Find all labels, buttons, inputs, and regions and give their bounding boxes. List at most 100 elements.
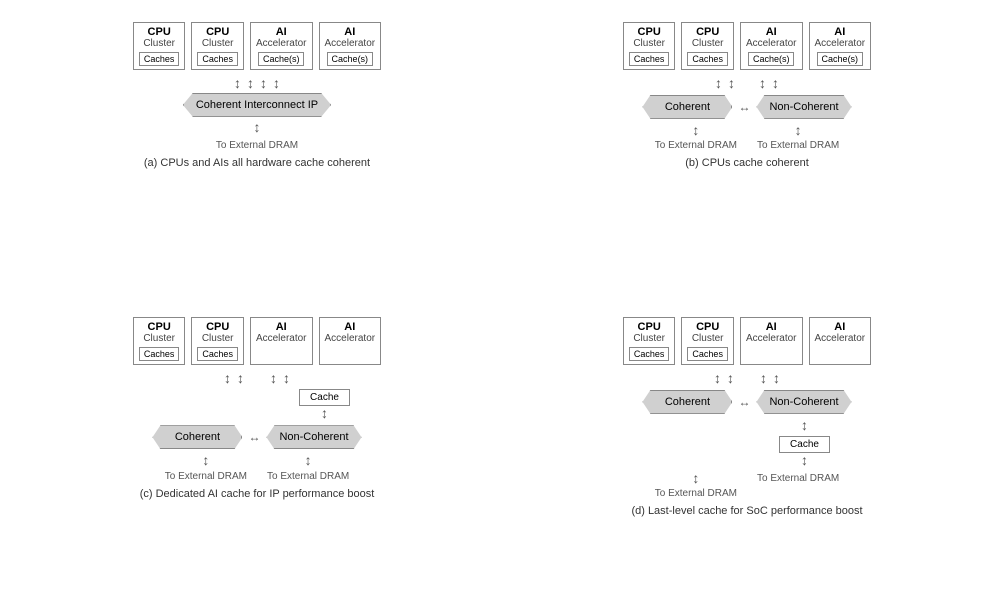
banners-row-c: Coherent ↔ Non-Coherent [152, 425, 361, 449]
dram-label-left-b: To External DRAM [655, 140, 737, 151]
arrow-d3: ↕ [760, 371, 767, 386]
coherent-interconnect-banner-a: Coherent Interconnect IP [183, 93, 331, 117]
arrows-to-banner-a: ↕ ↕ ↕ ↕ [234, 76, 280, 91]
cluster-sub: Cluster [687, 333, 728, 344]
cache-box: Cache(s) [817, 52, 864, 66]
cluster-type: AI [325, 321, 376, 333]
llc-col-d: ↕ Cache ↕ [779, 418, 830, 469]
h-arrow-d: ↔ [738, 395, 750, 409]
arrow-down-2: ↕ [247, 76, 254, 91]
arrow-b2: ↕ [728, 76, 735, 91]
cache-box: Cache(s) [327, 52, 374, 66]
coherent-banner-b: Coherent [642, 95, 732, 119]
cluster-sub: Cluster [139, 38, 180, 49]
dram-col-left-c: ↕ To External DRAM [165, 453, 247, 481]
cache-box: Caches [139, 347, 180, 361]
cache-box: Caches [139, 52, 180, 66]
arrow-d2: ↕ [727, 371, 734, 386]
clusters-row-d: CPU Cluster Caches CPU Cluster Caches AI… [623, 317, 871, 365]
cluster-ai1-c: AI Accelerator [250, 317, 313, 365]
dram-label-left-d: To External DRAM [655, 488, 737, 499]
dram-row-b: ↕ To External DRAM ↕ To External DRAM [655, 123, 840, 151]
arrow-b3: ↕ [759, 76, 766, 91]
cluster-type: CPU [139, 26, 180, 38]
dram-col-left-d: ↕ To External DRAM [655, 471, 737, 499]
arrow-c3: ↕ [270, 371, 277, 386]
h-arrow-c: ↔ [248, 430, 260, 444]
cluster-type: CPU [197, 26, 238, 38]
arrows-to-banners-b: ↕ ↕ ↕ ↕ [715, 76, 779, 91]
dram-col-left-b: ↕ To External DRAM [655, 123, 737, 151]
cluster-sub: Cluster [629, 38, 670, 49]
cluster-sub: Accelerator [815, 38, 866, 49]
arrows-clusters-c: ↕ ↕ ↕ ↕ [224, 371, 290, 386]
dram-label-left-c: To External DRAM [165, 471, 247, 482]
cluster-cpu1-d: CPU Cluster Caches [623, 317, 676, 365]
cluster-type: AI [256, 26, 307, 38]
coherent-banner-d: Coherent [642, 390, 732, 414]
arrow-c2: ↕ [237, 371, 244, 386]
arrow-dram-right-b: ↕ [795, 123, 802, 138]
cache-box: Caches [687, 52, 728, 66]
cache-box: Caches [197, 52, 238, 66]
dram-label-right-c: To External DRAM [267, 471, 349, 482]
cluster-ai2-a: AI Accelerator Cache(s) [319, 22, 382, 70]
ai-cache-col-c: Cache ↕ [299, 386, 350, 421]
cache-box: Caches [629, 52, 670, 66]
cluster-cpu2-d: CPU Cluster Caches [681, 317, 734, 365]
diagram-c: CPU Cluster Caches CPU Cluster Caches AI… [22, 307, 492, 592]
cluster-type: AI [746, 321, 797, 333]
arrow-down-dram-a: ↕ [254, 120, 261, 135]
arrow-dram-left-d: ↕ [692, 471, 699, 486]
cluster-cpu1-a: CPU Cluster Caches [133, 22, 186, 70]
arrow-dram-left-c: ↕ [202, 453, 209, 468]
cluster-sub: Accelerator [746, 38, 797, 49]
cluster-type: CPU [687, 26, 728, 38]
arrow-dram-left-b: ↕ [692, 123, 699, 138]
cluster-sub: Accelerator [815, 333, 866, 344]
cluster-sub: Accelerator [256, 38, 307, 49]
cluster-sub: Cluster [197, 333, 238, 344]
banners-row-d: Coherent ↔ Non-Coherent [642, 390, 851, 414]
cluster-sub: Accelerator [746, 333, 797, 344]
mid-row-c: Cache ↕ [164, 386, 350, 421]
caption-a: (a) CPUs and AIs all hardware cache cohe… [144, 157, 370, 169]
dram-col-right-d: To External DRAM [757, 471, 839, 499]
cache-box: Caches [197, 347, 238, 361]
cluster-type: AI [815, 321, 866, 333]
h-arrow-b: ↔ [738, 100, 750, 114]
cluster-sub: Cluster [687, 38, 728, 49]
diagram-d: CPU Cluster Caches CPU Cluster Caches AI… [512, 307, 982, 592]
arrow-c4: ↕ [283, 371, 290, 386]
cluster-ai1-a: AI Accelerator Cache(s) [250, 22, 313, 70]
cluster-type: AI [256, 321, 307, 333]
cluster-type: CPU [197, 321, 238, 333]
cluster-ai1-b: AI Accelerator Cache(s) [740, 22, 803, 70]
main-container: CPU Cluster Caches CPU Cluster Caches AI… [22, 12, 982, 592]
cluster-ai1-d: AI Accelerator [740, 317, 803, 365]
dram-row-c: ↕ To External DRAM ↕ To External DRAM [165, 453, 350, 481]
cache-box: Caches [629, 347, 670, 361]
cluster-sub: Cluster [139, 333, 180, 344]
cluster-sub: Cluster [197, 38, 238, 49]
cluster-type: CPU [629, 321, 670, 333]
dram-row-d: ↕ To External DRAM To External DRAM [655, 471, 840, 499]
coherent-banner-c: Coherent [152, 425, 242, 449]
llc-row-d: ↕ Cache ↕ [664, 418, 830, 469]
caption-b: (b) CPUs cache coherent [685, 157, 809, 169]
cluster-cpu2-c: CPU Cluster Caches [191, 317, 244, 365]
arrow-d4: ↕ [773, 371, 780, 386]
clusters-row-b: CPU Cluster Caches CPU Cluster Caches AI… [623, 22, 871, 70]
cluster-type: CPU [629, 26, 670, 38]
right-arrows-b: ↕ ↕ [759, 76, 779, 91]
cluster-type: AI [815, 26, 866, 38]
arrow-cache-c: ↕ [321, 406, 328, 421]
arrow-down-1: ↕ [234, 76, 241, 91]
cluster-cpu2-b: CPU Cluster Caches [681, 22, 734, 70]
cluster-type: CPU [687, 321, 728, 333]
left-arrows-b: ↕ ↕ [715, 76, 735, 91]
cluster-sub: Cluster [629, 333, 670, 344]
ai-cache-c: Cache [299, 389, 350, 406]
clusters-row-c: CPU Cluster Caches CPU Cluster Caches AI… [133, 317, 381, 365]
dram-label-right-b: To External DRAM [757, 140, 839, 151]
